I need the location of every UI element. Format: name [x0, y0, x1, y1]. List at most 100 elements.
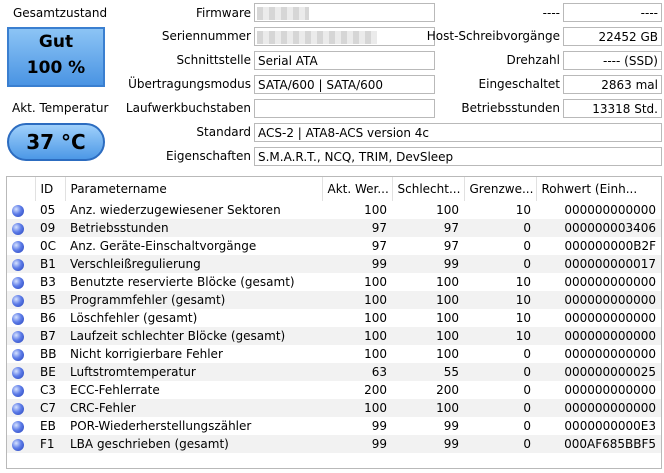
- attr-current: 100: [364, 293, 387, 307]
- column-header-threshold[interactable]: Grenzwe...: [464, 177, 537, 201]
- status-cell: [7, 309, 35, 327]
- interface-field[interactable]: Serial ATA: [254, 51, 435, 70]
- attr-id: C7: [40, 401, 57, 415]
- smart-attributes-table[interactable]: ID Parametername Akt. Wer... Schlecht...…: [6, 176, 662, 469]
- attr-threshold: 10: [515, 293, 531, 307]
- attr-name: Anz. Geräte-Einschaltvorgänge: [70, 239, 257, 253]
- table-row[interactable]: F1 LBA geschrieben (gesamt) 99 99 0 000AF685B…: [7, 435, 661, 453]
- attr-raw: 000000000000: [564, 293, 656, 307]
- status-dot-icon: [12, 204, 24, 217]
- serial-field[interactable]: [254, 27, 435, 46]
- temperature-title: Akt. Temperatur: [12, 101, 109, 115]
- attr-name: Löschfehler (gesamt): [70, 311, 198, 325]
- attr-current: 100: [364, 401, 387, 415]
- attr-name: CRC-Fehler: [70, 401, 136, 415]
- features-field[interactable]: S.M.A.R.T., NCQ, TRIM, DevSleep: [254, 147, 662, 166]
- table-row[interactable]: 0C Anz. Geräte-Einschaltvorgänge 97 97 0 0000…: [7, 237, 661, 255]
- attr-current: 200: [364, 383, 387, 397]
- attr-threshold: 0: [523, 437, 531, 451]
- health-status-button[interactable]: Gut 100 %: [7, 27, 105, 87]
- attr-worst: 100: [436, 329, 459, 343]
- table-row[interactable]: C7 CRC-Fehler 100 100 0 000000000000: [7, 399, 661, 417]
- table-row[interactable]: B3 Benutzte reservierte Blöcke (gesamt) 10…: [7, 273, 661, 291]
- health-title: Gesamtzustand: [13, 6, 108, 20]
- rotation-field[interactable]: ---- (SSD): [563, 51, 662, 70]
- attr-id: B3: [40, 275, 56, 289]
- attr-threshold: 0: [523, 419, 531, 433]
- status-cell: [7, 381, 35, 399]
- attr-worst: 99: [443, 257, 459, 271]
- table-row[interactable]: 09 Betriebsstunden 97 97 0 000000003406: [7, 219, 661, 237]
- firmware-field[interactable]: [254, 3, 435, 22]
- attr-worst: 200: [436, 383, 459, 397]
- power-on-hours-field[interactable]: 13318 Std.: [563, 99, 662, 118]
- features-label: Eigenschaften: [165, 149, 251, 163]
- status-cell: [7, 291, 35, 309]
- column-header-worst[interactable]: Schlecht...: [392, 177, 465, 201]
- redacted-blur: [257, 7, 309, 20]
- attr-worst: 97: [443, 221, 459, 235]
- table-row[interactable]: EB POR-Wiederherstellungszähler 99 99 0 00000…: [7, 417, 661, 435]
- attr-id: EB: [40, 419, 56, 433]
- table-row[interactable]: BB Nicht korrigierbare Fehler 100 100 0 00000…: [7, 345, 661, 363]
- attr-current: 99: [371, 437, 387, 451]
- redacted-blur: [257, 31, 377, 44]
- attr-worst: 97: [443, 239, 459, 253]
- standard-field[interactable]: ACS-2 | ATA8-ACS version 4c: [254, 123, 662, 142]
- table-row[interactable]: BE Luftstromtemperatur 63 55 0 000000000025: [7, 363, 661, 381]
- attr-worst: 100: [436, 311, 459, 325]
- status-cell: [7, 399, 35, 417]
- table-row[interactable]: B1 Verschleißregulierung 99 99 0 000000000017: [7, 255, 661, 273]
- attr-raw: 000000000000: [564, 203, 656, 217]
- status-cell: [7, 219, 35, 237]
- column-header-name[interactable]: Parametername: [65, 177, 323, 201]
- status-dot-icon: [12, 312, 24, 325]
- temperature-badge[interactable]: 37 °C: [7, 123, 105, 161]
- status-cell: [7, 345, 35, 363]
- attr-raw: 000000000017: [564, 257, 656, 271]
- top-right-field[interactable]: ----: [563, 3, 662, 22]
- attr-raw: 000000000000: [564, 347, 656, 361]
- table-row[interactable]: B6 Löschfehler (gesamt) 100 100 10 0000000000…: [7, 309, 661, 327]
- attr-worst: 100: [436, 401, 459, 415]
- attr-id: B7: [40, 329, 56, 343]
- table-row[interactable]: C3 ECC-Fehlerrate 200 200 0 000000000000: [7, 381, 661, 399]
- attr-threshold: 0: [523, 257, 531, 271]
- attr-current: 100: [364, 275, 387, 289]
- status-dot-icon: [12, 348, 24, 361]
- attr-id: C3: [40, 383, 57, 397]
- status-cell: [7, 237, 35, 255]
- transfer-mode-field[interactable]: SATA/600 | SATA/600: [254, 75, 435, 94]
- attr-name: Nicht korrigierbare Fehler: [70, 347, 223, 361]
- table-row[interactable]: B5 Programmfehler (gesamt) 100 100 10 0000000…: [7, 291, 661, 309]
- status-cell: [7, 363, 35, 381]
- column-header-current[interactable]: Akt. Wer...: [322, 177, 393, 201]
- power-on-hours-label: Betriebsstunden: [461, 101, 560, 115]
- attr-current: 63: [371, 365, 387, 379]
- column-header-id[interactable]: ID: [35, 177, 66, 201]
- attr-threshold: 0: [523, 401, 531, 415]
- status-cell: [7, 327, 35, 345]
- power-on-count-field[interactable]: 2863 mal: [563, 75, 662, 94]
- drive-letters-field[interactable]: [254, 99, 435, 118]
- table-row[interactable]: B7 Laufzeit schlechter Blöcke (gesamt) 100…: [7, 327, 661, 345]
- table-row[interactable]: 05 Anz. wiederzugewiesener Sektoren 100 100…: [7, 201, 661, 219]
- status-cell: [7, 417, 35, 435]
- attr-current: 99: [371, 257, 387, 271]
- attr-threshold: 10: [515, 203, 531, 217]
- attr-raw: 000AF685BBF5: [564, 437, 656, 451]
- attr-worst: 100: [436, 347, 459, 361]
- attr-threshold: 0: [523, 239, 531, 253]
- attr-raw: 000000000000: [564, 311, 656, 325]
- column-header-status[interactable]: [7, 177, 36, 201]
- column-header-raw[interactable]: Rohwert (Einh...: [536, 177, 661, 201]
- table-header-row: ID Parametername Akt. Wer... Schlecht...…: [7, 177, 661, 201]
- attr-raw: 000000003406: [564, 221, 656, 235]
- status-dot-icon: [12, 276, 24, 289]
- attr-worst: 99: [443, 419, 459, 433]
- attr-worst: 100: [436, 275, 459, 289]
- attr-threshold: 0: [523, 347, 531, 361]
- status-cell: [7, 273, 35, 291]
- attr-name: Verschleißregulierung: [70, 257, 201, 271]
- host-writes-field[interactable]: 22452 GB: [563, 27, 662, 46]
